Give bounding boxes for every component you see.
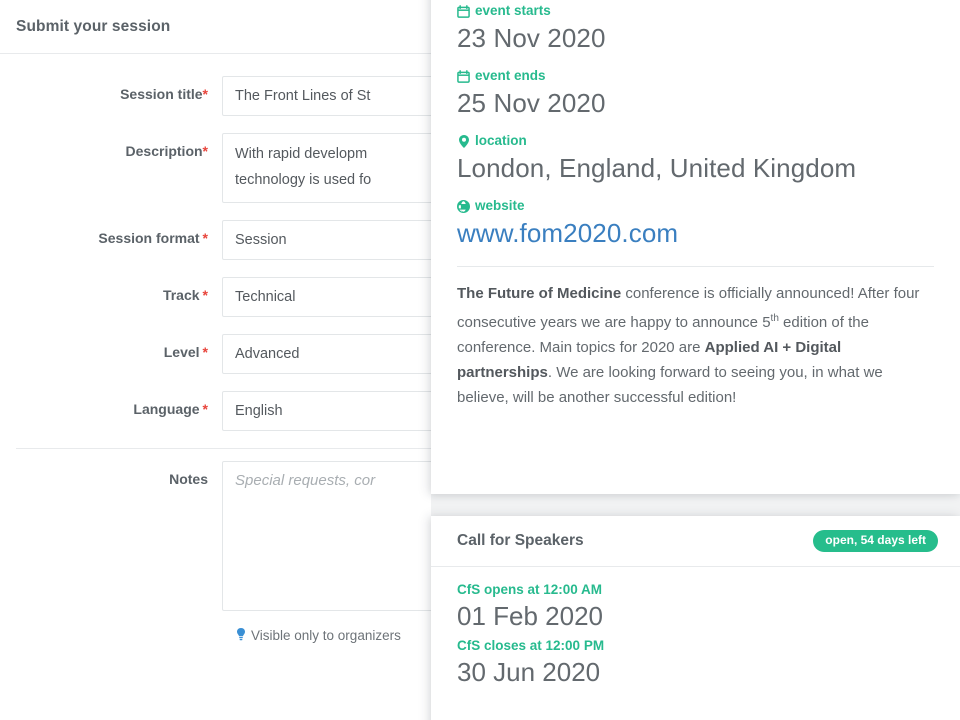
select-session-format[interactable]: Session (222, 220, 460, 260)
select-level[interactable]: Advanced (222, 334, 460, 374)
input-description[interactable]: With rapid developm technology is used f… (222, 133, 460, 203)
required-asterisk: * (202, 344, 208, 360)
label-track: Track * (0, 277, 222, 303)
hint-spacer (0, 628, 236, 643)
form-header: Submit your session (0, 0, 460, 54)
required-asterisk: * (202, 287, 208, 303)
event-ends-value: 25 Nov 2020 (457, 88, 606, 118)
cfs-body: CfS opens at 12:00 AM 01 Feb 2020 CfS cl… (431, 567, 960, 689)
event-website-label: website (475, 198, 525, 213)
label-session-title: Session title* (0, 76, 222, 102)
cfs-closes-block: CfS closes at 12:00 PM 30 Jun 2020 (457, 637, 934, 689)
event-location-value: London, England, United Kingdom (457, 153, 857, 183)
page-title: Submit your session (16, 17, 171, 35)
event-starts-label-row: event starts (457, 2, 934, 20)
event-description-title: The Future of Medicine (457, 285, 622, 302)
event-ends-label-row: event ends (457, 67, 934, 85)
event-starts-label: event starts (475, 3, 551, 18)
label-text: Session format (98, 230, 200, 246)
label-text: Session title (120, 86, 203, 102)
label-text: Track (162, 287, 200, 303)
event-card-divider (457, 266, 934, 267)
cfs-closes-value: 30 Jun 2020 (457, 657, 601, 687)
event-location-label: location (475, 133, 527, 148)
select-language[interactable]: English (222, 391, 460, 431)
label-text: Notes (169, 471, 208, 487)
event-location-block: location London, England, United Kingdom (457, 132, 934, 185)
app-root: Submit your session Session title* The F… (0, 0, 960, 720)
event-website-link[interactable]: www.fom2020.com (457, 216, 934, 250)
select-track[interactable]: Technical (222, 277, 460, 317)
cfs-opens-block: CfS opens at 12:00 AM 01 Feb 2020 (457, 581, 934, 633)
status-badge: open, 54 days left (813, 530, 938, 552)
label-text: Language (133, 401, 200, 417)
required-asterisk: * (202, 401, 208, 417)
notes-hint-row: Visible only to organizers (0, 628, 460, 643)
cfs-title: Call for Speakers (457, 532, 584, 549)
form-row-description: Description* With rapid developm technol… (0, 133, 460, 203)
form-row-notes: Notes Special requests, cor (0, 461, 460, 611)
event-description: The Future of Medicine conference is off… (457, 281, 934, 410)
input-notes[interactable]: Special requests, cor (222, 461, 460, 611)
label-description: Description* (0, 133, 222, 159)
form-row-level: Level * Advanced (0, 334, 460, 374)
cfs-header: Call for Speakers open, 54 days left (431, 516, 960, 567)
globe-icon (457, 199, 470, 213)
event-ends-block: event ends 25 Nov 2020 (457, 67, 934, 120)
form-row-session-title: Session title* The Front Lines of St (0, 76, 460, 116)
submit-session-form-panel: Submit your session Session title* The F… (0, 0, 460, 720)
notes-visibility-hint: Visible only to organizers (236, 628, 401, 643)
event-ends-label: event ends (475, 68, 546, 83)
event-overlay: event starts 23 Nov 2020 event ends 25 N… (431, 0, 960, 720)
call-for-speakers-card: Call for Speakers open, 54 days left CfS… (431, 516, 960, 720)
required-asterisk: * (202, 143, 208, 159)
event-website-block: website www.fom2020.com (457, 197, 934, 250)
required-asterisk: * (202, 230, 208, 246)
calendar-icon (457, 4, 470, 18)
calendar-icon (457, 69, 470, 83)
lightbulb-icon (236, 628, 246, 643)
form-section-divider (16, 448, 444, 449)
form-row-language: Language * English (0, 391, 460, 431)
event-website-label-row: website (457, 197, 934, 215)
cfs-opens-label: CfS opens at 12:00 AM (457, 582, 603, 597)
cfs-closes-label: CfS closes at 12:00 PM (457, 638, 605, 653)
label-text: Level (163, 344, 200, 360)
label-notes: Notes (0, 461, 222, 487)
event-description-ordinal: th (770, 313, 779, 324)
description-line-1: With rapid developm (235, 146, 368, 162)
event-location-label-row: location (457, 132, 934, 150)
description-line-2: technology is used fo (235, 172, 372, 188)
input-session-title[interactable]: The Front Lines of St (222, 76, 460, 116)
label-level: Level * (0, 334, 222, 360)
form-body: Session title* The Front Lines of St Des… (0, 54, 460, 643)
event-starts-block: event starts 23 Nov 2020 (457, 2, 934, 55)
label-language: Language * (0, 391, 222, 417)
required-asterisk: * (202, 86, 208, 102)
notes-hint-text: Visible only to organizers (251, 628, 401, 643)
form-row-track: Track * Technical (0, 277, 460, 317)
label-session-format: Session format * (0, 220, 222, 246)
event-starts-value: 23 Nov 2020 (457, 23, 606, 53)
cfs-opens-value: 01 Feb 2020 (457, 601, 604, 631)
form-row-session-format: Session format * Session (0, 220, 460, 260)
event-details-card: event starts 23 Nov 2020 event ends 25 N… (431, 0, 960, 494)
map-pin-icon (457, 134, 470, 148)
label-text: Description (125, 143, 203, 159)
